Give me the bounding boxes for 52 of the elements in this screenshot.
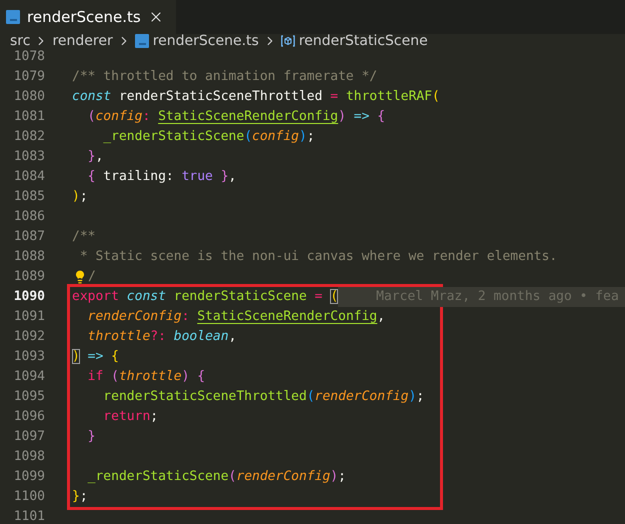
code-line: }; — [72, 488, 88, 506]
editor-tab[interactable]: renderScene.ts — [0, 0, 176, 34]
code-line: _renderStaticScene(renderConfig); — [86, 468, 346, 486]
line-number: 1092 — [12, 328, 46, 346]
breadcrumb-item[interactable]: renderer — [52, 32, 113, 48]
line-number: 1096 — [12, 408, 46, 426]
line-number: 1101 — [12, 508, 46, 524]
line-number: 1097 — [12, 428, 46, 446]
line-number: 1089 — [12, 268, 46, 286]
code-line: export const renderStaticScene = ( — [72, 288, 338, 306]
code-line: throttle?: boolean, — [86, 328, 236, 346]
code-line: return; — [102, 408, 158, 426]
line-number: 1100 — [12, 488, 46, 506]
line-number: 1099 — [12, 468, 46, 486]
line-number: 1081 — [12, 108, 46, 126]
line-number: 1088 — [12, 248, 46, 266]
code-line: /** — [72, 228, 96, 246]
line-number: 1086 — [12, 208, 46, 226]
breadcrumb-item[interactable]: renderStaticScene — [298, 32, 428, 48]
line-number: 1084 — [12, 168, 46, 186]
line-number: 1091 — [12, 308, 46, 326]
line-number: 1079 — [12, 68, 46, 86]
line-number: 1093 — [12, 348, 46, 366]
typescript-file-icon — [6, 10, 20, 24]
code-line: /** throttled to animation framerate */ — [72, 68, 378, 86]
line-number: 1078 — [12, 48, 46, 66]
code-line: } — [86, 428, 96, 446]
code-line: ) => { — [72, 348, 119, 366]
code-line: (config: StaticSceneRenderConfig) => { — [86, 108, 386, 126]
breadcrumb-item[interactable]: src — [10, 32, 30, 48]
code-line: renderConfig: StaticSceneRenderConfig, — [86, 308, 386, 326]
line-number: 1087 — [12, 228, 46, 246]
code-line: _renderStaticScene(config); — [102, 128, 315, 146]
typescript-file-icon — [134, 34, 149, 48]
code-line: renderStaticSceneThrottled(renderConfig); — [102, 388, 424, 406]
code-line: ); — [72, 188, 88, 206]
breadcrumb-item[interactable]: renderScene.ts — [152, 32, 259, 48]
line-number: 1082 — [12, 128, 46, 146]
symbol-icon — [280, 34, 295, 46]
line-number: 1094 — [12, 368, 46, 386]
line-number: 1090 — [12, 288, 46, 306]
line-number: 1085 — [12, 188, 46, 206]
line-number: 1098 — [12, 448, 46, 466]
code-line: { trailing: true }, — [86, 168, 236, 186]
code-line: if (throttle) { — [86, 368, 206, 386]
line-number: 1080 — [12, 88, 46, 106]
code-line: }, — [86, 148, 104, 166]
line-number: 1083 — [12, 148, 46, 166]
code-line: * Static scene is the non-ui canvas where we render elements. — [78, 248, 558, 266]
line-number: 1095 — [12, 388, 46, 406]
code-line: const renderStaticSceneThrottled = throttleRAF( — [72, 88, 440, 106]
code-line: / — [88, 268, 96, 286]
